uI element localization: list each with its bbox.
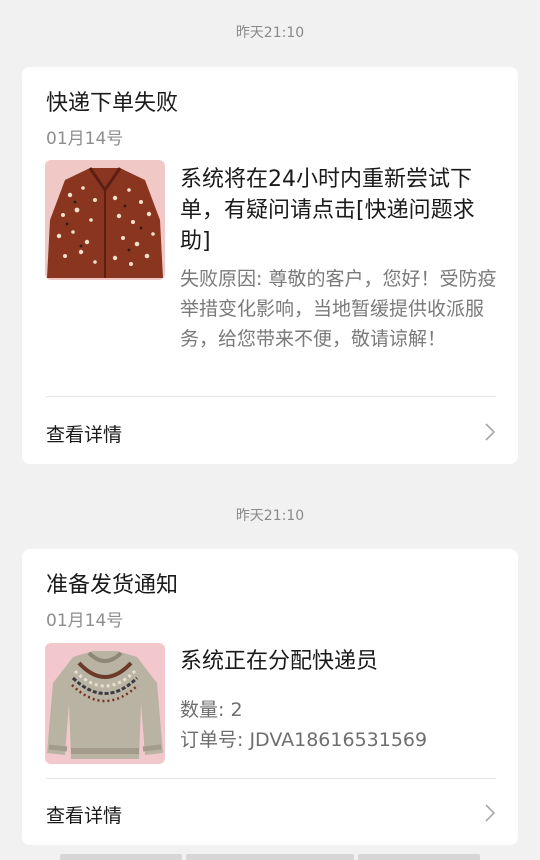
brown-shirt-image: [45, 160, 165, 280]
view-details-label: 查看详情: [46, 805, 123, 827]
card-date: 01月14号: [46, 129, 124, 149]
quantity-text: 数量: 2: [180, 699, 243, 721]
view-details-row[interactable]: 查看详情: [22, 400, 518, 464]
message-timestamp: 昨天21:10: [235, 508, 305, 524]
bottom-tab-edge: [358, 854, 480, 860]
chevron-right-icon: [485, 804, 496, 822]
message-timestamp: 昨天21:10: [235, 25, 305, 41]
notification-headline: 系统将在24小时内重新尝试下单，有疑问请点击[快递问题求助]: [180, 167, 475, 254]
divider: [46, 396, 496, 397]
notification-headline: 系统正在分配快递员: [180, 649, 379, 674]
card-date: 01月14号: [46, 611, 124, 631]
product-thumbnail-shirt[interactable]: [45, 160, 165, 280]
view-details-label: 查看详情: [46, 424, 123, 446]
card-title: 准备发货通知: [46, 573, 179, 598]
notification-card-order-failed[interactable]: 快递下单失败 01月14号 系统将在24小时内重新尝试下单，有疑问请点击[快递问…: [22, 67, 518, 464]
bottom-tab-edge: [60, 854, 182, 860]
chevron-right-icon: [485, 423, 496, 441]
failure-reason-text: 失败原因: 尊敬的客户，您好！受防疫举措变化影响，当地暂缓提供收派服务，给您带来…: [180, 268, 497, 350]
divider: [46, 778, 496, 779]
order-number-text: 订单号: JDVA18616531569: [180, 729, 428, 751]
bottom-tab-edge: [186, 854, 354, 860]
knit-sweater-image: [45, 643, 165, 764]
product-thumbnail-sweater[interactable]: [45, 643, 165, 764]
card-title: 快递下单失败: [46, 91, 179, 116]
notification-card-shipping-prep[interactable]: 准备发货通知 01月14号 系统正在分配快递员 数量: 2 订单号: JDVA1…: [22, 549, 518, 845]
view-details-row[interactable]: 查看详情: [22, 781, 518, 845]
